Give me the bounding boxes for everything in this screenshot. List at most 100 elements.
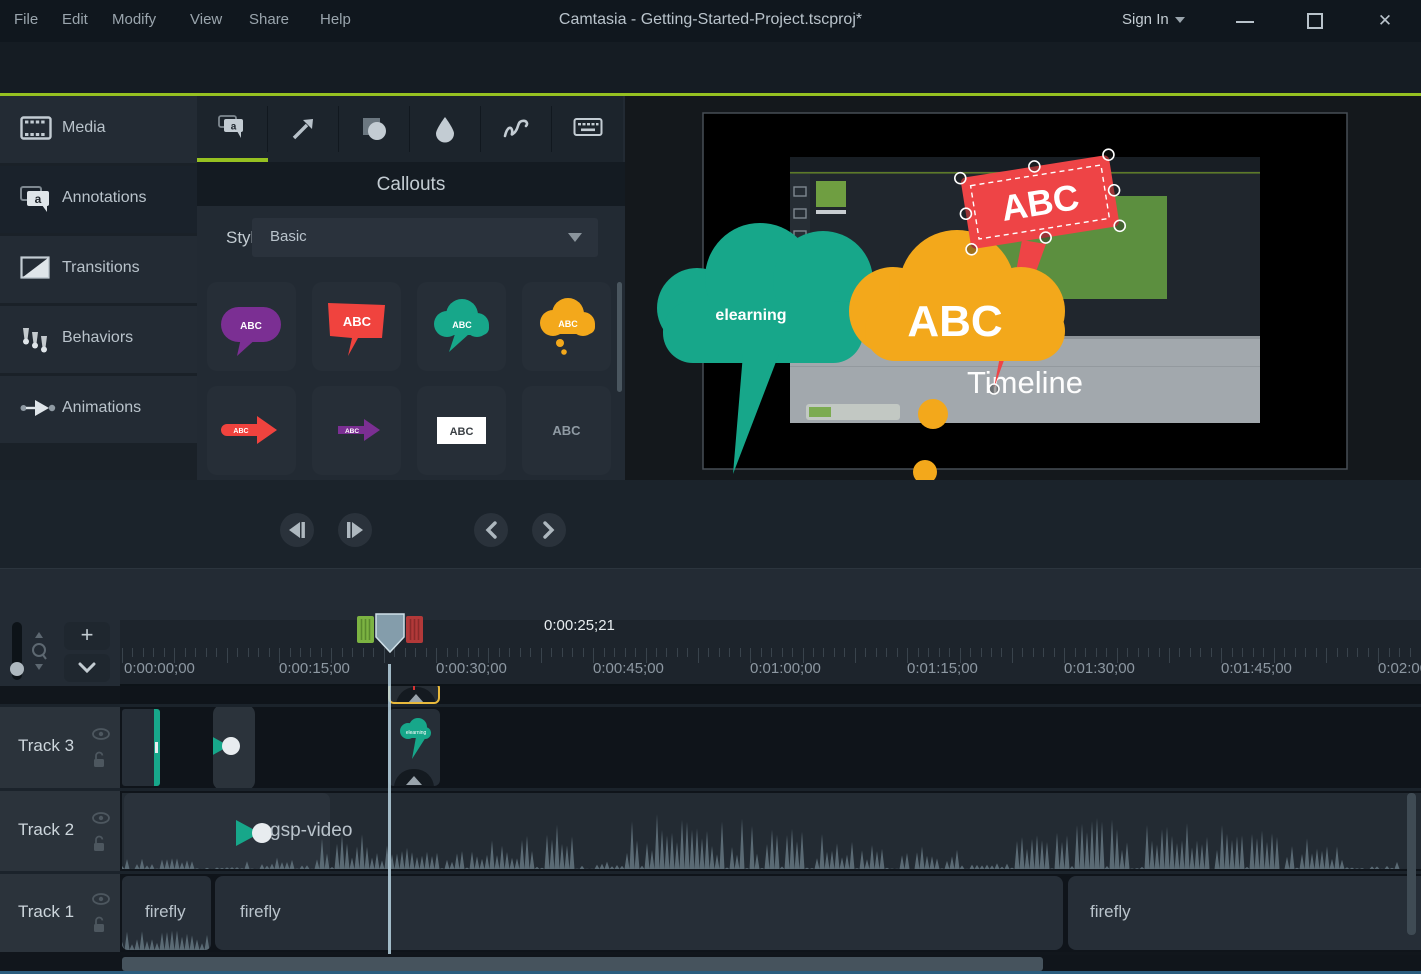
style-dropdown[interactable]: Basic (252, 218, 598, 257)
sidebar-item-annotations[interactable]: a Annotations (0, 166, 197, 233)
keystroke-tab-icon (573, 115, 603, 139)
playhead-stem[interactable] (388, 664, 391, 954)
step-backward-icon (287, 521, 307, 539)
horizontal-scrollbar-thumb[interactable] (122, 957, 1043, 971)
svg-text:ABC: ABC (233, 428, 248, 435)
next-button[interactable] (532, 513, 566, 547)
sign-in-button[interactable]: Sign In (1122, 11, 1185, 28)
ruler-label: 0:02:00;00 (1378, 660, 1421, 677)
sidebar: Media a Annotations Transitions (0, 96, 197, 480)
track1-clip-firefly-2[interactable]: firefly (215, 876, 1063, 950)
sidebar-item-behaviors[interactable]: Behaviors (0, 306, 197, 373)
playhead[interactable] (355, 611, 425, 655)
svg-text:ABC: ABC (345, 428, 359, 435)
track1-clip-firefly-3[interactable]: firefly (1068, 876, 1421, 950)
clip-label-firefly: firefly (1090, 902, 1131, 922)
annotations-panel: a (197, 96, 625, 480)
ruler-label: 0:00:00;00 (124, 660, 195, 677)
ruler-label: 0:00:15;00 (279, 660, 350, 677)
track3-header: Track 3 (0, 707, 120, 788)
svg-text:ABC: ABC (452, 320, 472, 330)
camtasia-window: File Edit Modify View Share Help Camtasi… (0, 0, 1421, 974)
animation-indicator-icon (213, 733, 243, 759)
ruler-label: 0:01:45;00 (1221, 660, 1292, 677)
timeline-area: + 0:00:00;00 0:00:15;00 0:00:30;00 0:00:… (0, 620, 1421, 974)
blur-drop-tab-icon (431, 115, 459, 143)
track1-clip-firefly-1[interactable]: firefly (122, 876, 211, 950)
chevron-right-icon (543, 521, 555, 539)
clip-label-gsp-video: gsp-video (270, 820, 352, 842)
track1-lock-icon[interactable] (92, 916, 106, 933)
maximize-button[interactable] (1295, 8, 1335, 34)
track3-visibility-icon[interactable] (92, 728, 110, 740)
tab-callouts[interactable]: a (197, 96, 268, 162)
arrow-tab-icon (289, 115, 317, 143)
playhead-time: 0:00:25;21 (544, 620, 615, 634)
sidebar-item-media[interactable]: Media (0, 96, 197, 163)
window-title: Camtasia - Getting-Started-Project.tscpr… (0, 11, 1421, 29)
video-timeline-text: Timeline (967, 365, 1083, 400)
panel-title-bar: Callouts (197, 162, 625, 206)
playhead-shield[interactable] (376, 614, 404, 652)
callout-tile-speech-red[interactable]: ABC (312, 282, 401, 371)
step-forward-button[interactable] (338, 513, 372, 547)
track-height-knob[interactable] (10, 662, 24, 676)
style-caret-icon (568, 233, 582, 242)
track1-visibility-icon[interactable] (92, 893, 110, 905)
previous-button[interactable] (474, 513, 508, 547)
sign-in-caret-icon (1175, 17, 1185, 23)
track2-clip-gsp-video[interactable]: gsp-video (122, 793, 1421, 869)
add-track-button[interactable]: + (64, 622, 110, 650)
svg-text:ABC: ABC (240, 321, 262, 332)
svg-text:ABC: ABC (343, 314, 372, 329)
collapse-tracks-button[interactable] (64, 654, 110, 682)
timeline-gutter: + (0, 620, 120, 686)
tab-arrows[interactable] (268, 96, 339, 162)
minimize-button[interactable] (1225, 8, 1265, 34)
step-backward-button[interactable] (280, 513, 314, 547)
tab-blur[interactable] (410, 96, 481, 162)
track3-clip-1[interactable] (122, 709, 160, 786)
tab-keystrokes[interactable] (552, 96, 623, 162)
tab-sketch[interactable] (481, 96, 552, 162)
canvas-preview[interactable]: Timeline elearning (625, 96, 1421, 480)
callout-tile-text-only[interactable]: ABC (522, 386, 611, 475)
callout-tile-rect-white[interactable]: ABC (417, 386, 506, 475)
behaviors-icon (20, 326, 52, 356)
callout-tile-thought-orange[interactable]: ABC (522, 282, 611, 371)
tab-shapes[interactable] (339, 96, 410, 162)
sketch-motion-tab-icon (502, 115, 532, 143)
timeline-toolbar: ✂ (0, 568, 1421, 620)
panel-scrollbar[interactable] (617, 282, 622, 392)
animations-icon (20, 396, 56, 420)
tail-anchor-handle[interactable] (989, 384, 999, 394)
zoom-fit-icon (28, 630, 50, 674)
annotations-icon: a (20, 186, 54, 214)
svg-text:a: a (35, 192, 42, 206)
style-dropdown-value: Basic (270, 228, 307, 245)
track3-lock-icon[interactable] (92, 751, 106, 768)
vertical-scrollbar-thumb[interactable] (1407, 793, 1416, 935)
clip-label-firefly: firefly (145, 902, 186, 922)
track1-lane: firefly firefly firefly (120, 874, 1421, 952)
track2-lock-icon[interactable] (92, 835, 106, 852)
lane-partial-top (120, 686, 1421, 704)
sidebar-item-animations[interactable]: Animations (0, 376, 197, 443)
track3-clip-2[interactable] (213, 707, 255, 788)
clip-label-firefly: firefly (240, 902, 281, 922)
track3-clip-elearning[interactable]: elearning (388, 709, 440, 786)
sidebar-item-transitions[interactable]: Transitions (0, 236, 197, 303)
callout-tile-speech-purple[interactable]: ABC (207, 282, 296, 371)
track2-visibility-icon[interactable] (92, 812, 110, 824)
callout-tile-arrow-red[interactable]: ABC (207, 386, 296, 475)
track2-lane: gsp-video (120, 791, 1421, 871)
media-icon (20, 116, 52, 142)
track2-header: Track 2 (0, 791, 120, 871)
callout-tile-arrow-purple[interactable]: ABC (312, 386, 401, 475)
svg-text:ABC: ABC (558, 319, 578, 329)
timeline-ruler[interactable]: 0:00:00;00 0:00:15;00 0:00:30;00 0:00:45… (120, 620, 1421, 686)
clip-selected-callout-partial[interactable] (388, 686, 440, 704)
svg-text:elearning: elearning (715, 307, 786, 324)
callout-tile-cloud-teal[interactable]: ABC (417, 282, 506, 371)
close-button[interactable]: ✕ (1365, 8, 1405, 34)
